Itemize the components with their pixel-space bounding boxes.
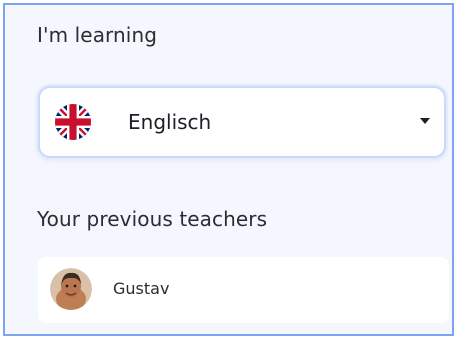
- language-select[interactable]: Englisch: [38, 86, 446, 158]
- teacher-name: Gustav: [113, 279, 170, 298]
- learning-panel: I'm learning Englisch Your previous teac…: [3, 3, 454, 336]
- chevron-down-icon[interactable]: [420, 118, 430, 124]
- language-value: Englisch: [128, 110, 212, 134]
- learning-heading: I'm learning: [37, 23, 158, 47]
- teacher-avatar: [50, 268, 92, 310]
- teacher-list-item[interactable]: Gustav: [38, 257, 449, 323]
- panel-bottom-spacing: [5, 331, 452, 334]
- previous-teachers-heading: Your previous teachers: [37, 207, 268, 231]
- uk-flag-icon: [55, 104, 91, 140]
